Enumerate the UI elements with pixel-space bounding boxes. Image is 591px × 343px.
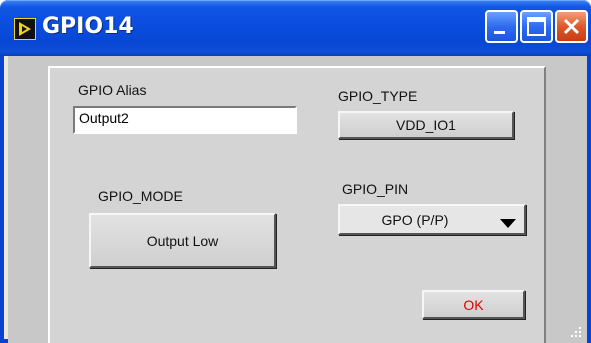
gpio-settings-panel: GPIO Alias Output2 GPIO_TYPE VDD_IO1 GPI… [48,66,546,343]
gpio-alias-label: GPIO Alias [78,82,147,98]
close-button[interactable] [555,10,588,43]
minimize-icon [494,31,505,34]
minimize-button[interactable] [485,10,518,43]
gpio-type-button[interactable]: VDD_IO1 [338,111,514,139]
close-icon [563,18,580,35]
gpio-pin-dropdown[interactable]: GPO (P/P) [338,204,526,235]
gpio-type-label: GPIO_TYPE [338,88,418,104]
labview-app-icon [14,18,36,40]
title-bar[interactable]: GPIO14 [0,0,591,56]
maximize-icon [527,17,546,36]
window-client-area: GPIO Alias Output2 GPIO_TYPE VDD_IO1 GPI… [8,56,587,343]
gpio-pin-value: GPO (P/P) [381,211,449,228]
resize-grip-icon[interactable] [569,325,583,339]
maximize-button[interactable] [520,10,553,43]
gpio-dialog-window: GPIO14 GPIO Alias Output2 GPIO_TYPE VDD_… [0,0,591,343]
gpio-mode-button[interactable]: Output Low [89,213,276,268]
gpio-pin-label: GPIO_PIN [342,181,409,197]
ok-button[interactable]: OK [422,290,525,319]
window-title: GPIO14 [42,14,134,39]
gpio-alias-input[interactable]: Output2 [73,106,297,134]
gpio-mode-label: GPIO_MODE [98,188,183,204]
dropdown-arrow-icon[interactable] [500,219,516,228]
